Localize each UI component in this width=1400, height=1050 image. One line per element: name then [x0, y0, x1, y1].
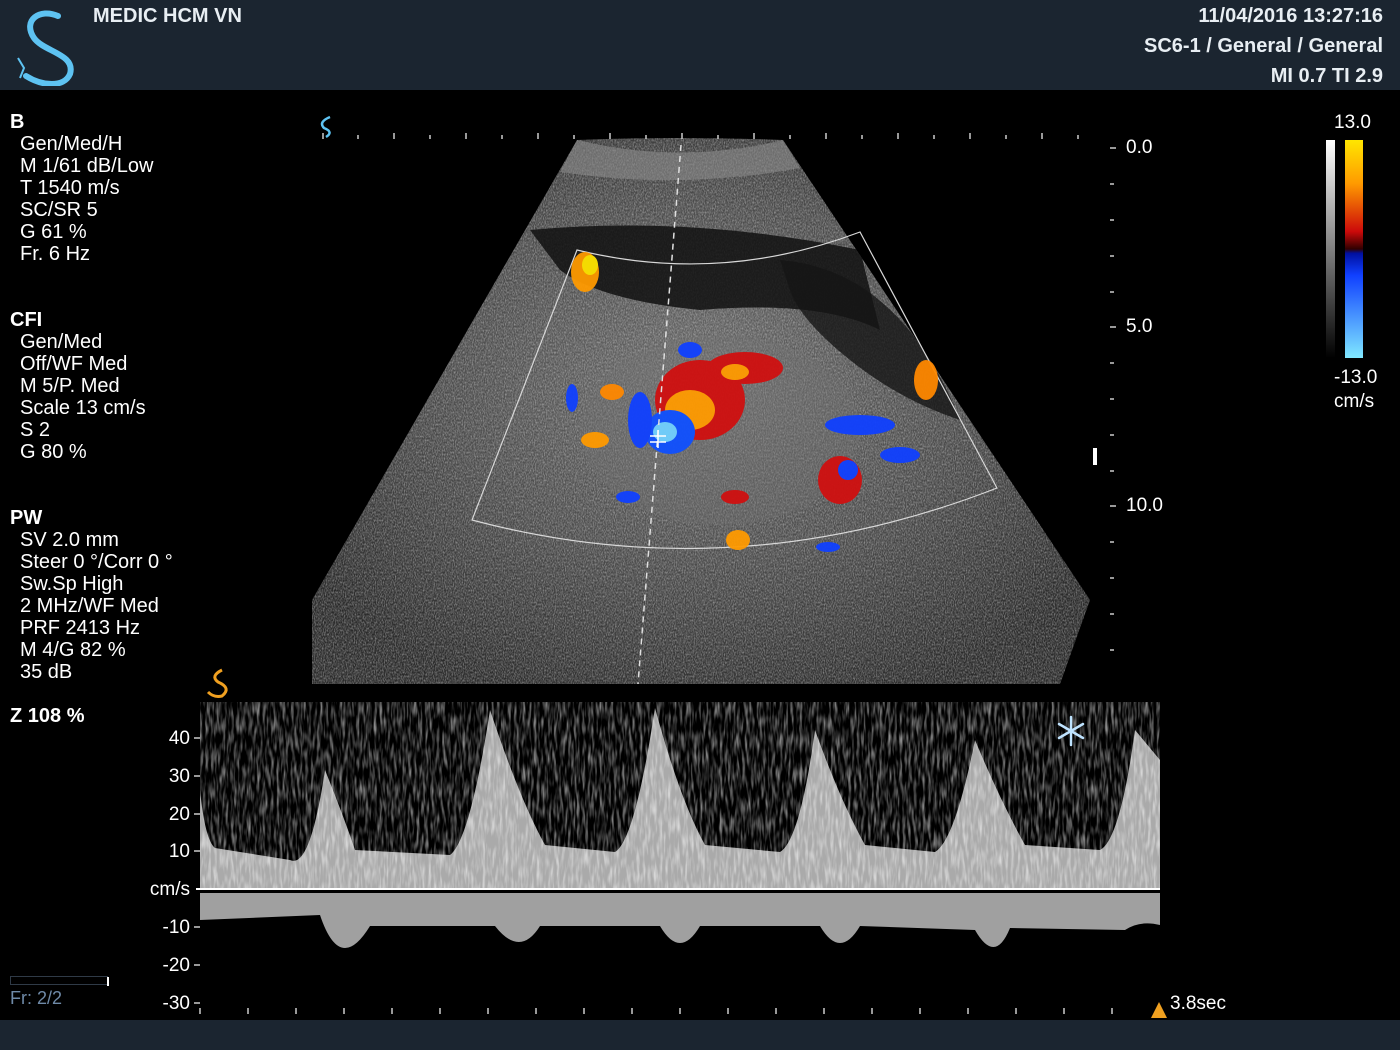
color-scale-unit: cm/s — [1334, 391, 1375, 412]
velocity-label: -30 — [162, 993, 190, 1014]
color-velocity-bar — [1345, 140, 1363, 358]
pw-orientation-icon — [206, 668, 228, 698]
velocity-label: 30 — [168, 766, 190, 787]
depth-label: 0.0 — [1126, 137, 1153, 158]
sweep-time: 3.8sec — [1170, 993, 1226, 1014]
color-scale-min: -13.0 — [1334, 367, 1378, 388]
depth-scale-ticks — [1110, 147, 1116, 651]
focus-marker[interactable] — [1093, 448, 1097, 465]
depth-label: 5.0 — [1126, 316, 1153, 337]
velocity-label: 20 — [168, 804, 190, 825]
depth-label: 10.0 — [1126, 495, 1163, 516]
color-scale-max: 13.0 — [1334, 112, 1371, 133]
spectral-doppler-trace — [196, 702, 1160, 1016]
grayscale-bar — [1326, 140, 1335, 358]
frame-counter: Fr: 2/2 — [10, 988, 63, 1008]
velocity-label: 10 — [168, 841, 190, 862]
velocity-unit: cm/s — [149, 879, 190, 900]
cine-progress-bar[interactable] — [10, 976, 109, 986]
ultrasound-display — [194, 115, 1363, 1018]
velocity-axis-ticks — [194, 737, 200, 1004]
velocity-label: 40 — [168, 728, 190, 749]
velocity-label: -20 — [162, 955, 190, 976]
velocity-label: -10 — [162, 917, 190, 938]
